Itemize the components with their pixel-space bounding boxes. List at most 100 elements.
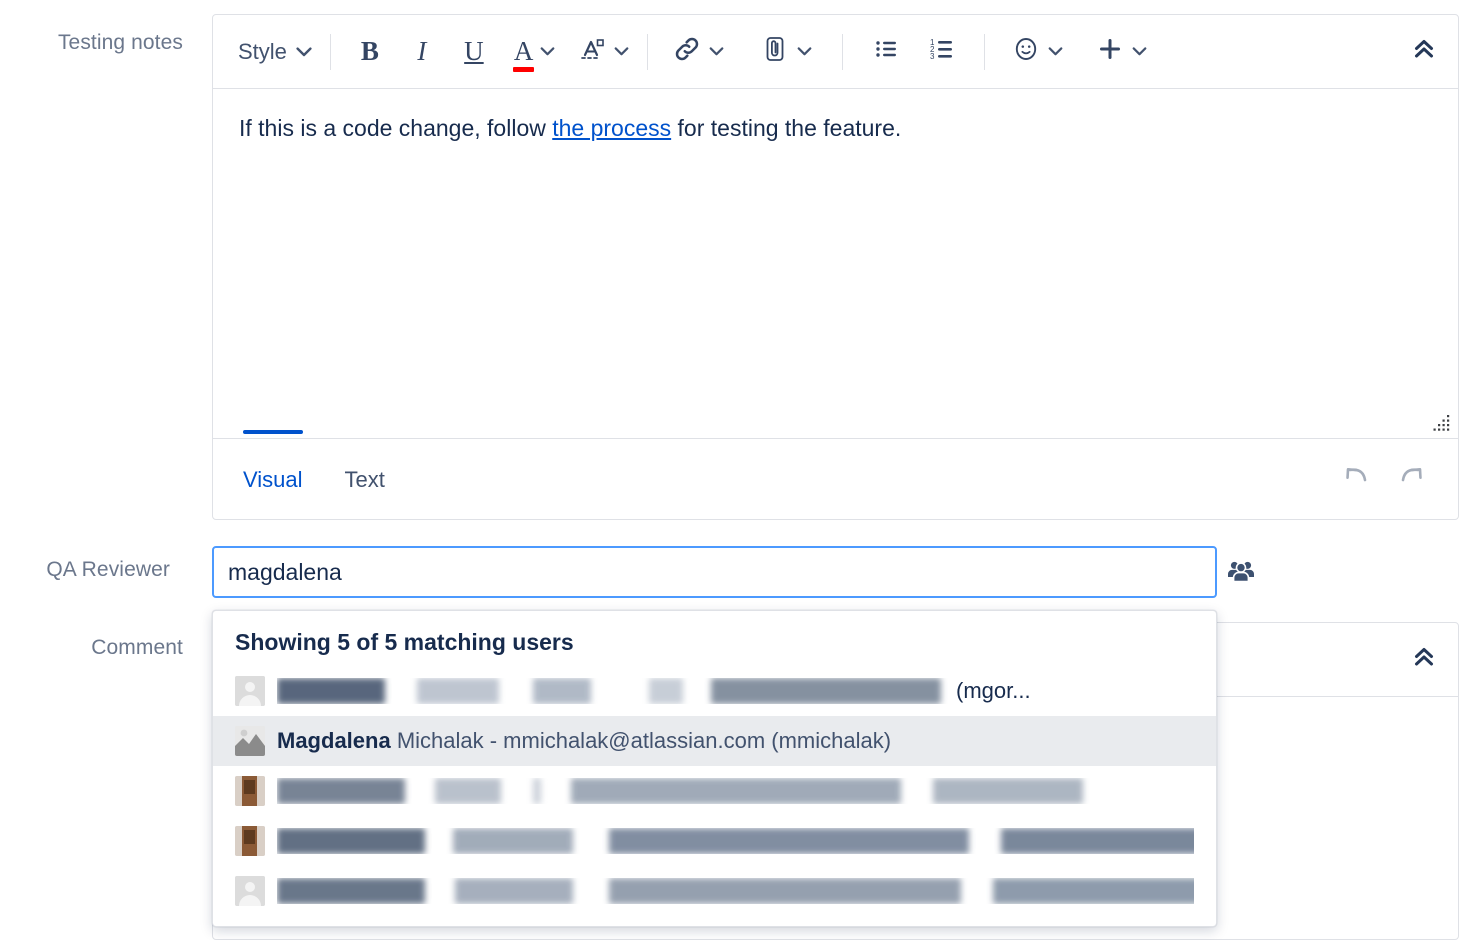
redacted-user-text: (mgor...: [277, 678, 1194, 704]
redacted-bar: [414, 778, 426, 804]
chevron-down-icon: [1048, 47, 1063, 56]
redacted-bar: [571, 778, 901, 804]
bold-button[interactable]: B: [353, 30, 387, 74]
suggestion-item[interactable]: (mgor...: [213, 666, 1216, 716]
redacted-bar: [277, 778, 405, 804]
testing-notes-content[interactable]: If this is a code change, follow the pro…: [213, 89, 1458, 438]
suggestion-item[interactable]: [213, 866, 1216, 916]
people-group-icon[interactable]: [1224, 556, 1258, 588]
style-dropdown-label: Style: [238, 38, 287, 64]
redacted-bar: [582, 878, 600, 904]
redacted-bar: [993, 878, 1194, 904]
numbered-list-button[interactable]: 1 2 3: [922, 30, 962, 74]
redacted-bar: [435, 778, 501, 804]
bulleted-list-button[interactable]: [866, 30, 906, 74]
chevron-down-icon: [614, 47, 629, 56]
redacted-bar: [649, 678, 683, 704]
redacted-bar: [510, 778, 524, 804]
qa-reviewer-label: QA Reviewer: [46, 558, 170, 581]
photo-avatar: [235, 726, 265, 756]
text-color-icon: A: [512, 38, 535, 72]
redacted-bar: [609, 828, 969, 854]
chevron-down-icon: [797, 47, 812, 56]
suggestion-username-tail: (mgor...: [956, 678, 1031, 703]
emoji-icon: [1011, 34, 1041, 69]
resize-grip-icon[interactable]: [1430, 411, 1452, 433]
link-button[interactable]: [667, 30, 729, 74]
suggestion-user-text: Magdalena Michalak - mmichalak@atlassian…: [277, 728, 891, 754]
testing-notes-label: Testing notes: [57, 31, 183, 54]
text-style-button[interactable]: [572, 30, 634, 74]
suggestion-item[interactable]: Magdalena Michalak - mmichalak@atlassian…: [213, 716, 1216, 766]
redacted-bar: [434, 878, 446, 904]
redacted-bar: [277, 878, 425, 904]
content-text-after-link: for testing the feature.: [671, 115, 902, 141]
italic-button[interactable]: I: [405, 30, 439, 74]
redacted-bar: [692, 678, 702, 704]
testing-notes-editor: Style B I U A 1 2 3 If this is a code ch…: [212, 14, 1459, 520]
tab-text[interactable]: Text: [345, 457, 385, 501]
editor-footer: Visual Text: [213, 429, 1458, 518]
editor-toolbar: Style B I U A 1 2 3: [213, 15, 1458, 89]
svg-text:3: 3: [930, 52, 935, 61]
bold-icon: B: [360, 36, 379, 66]
comment-collapse-toolbar-button[interactable]: [1404, 640, 1444, 680]
generic-person-avatar: [235, 676, 265, 706]
comment-label: Comment: [91, 636, 183, 659]
redacted-bar: [910, 778, 924, 804]
redacted-bar: [533, 678, 591, 704]
emoji-button[interactable]: [1006, 30, 1068, 74]
qa-reviewer-field: [212, 546, 1217, 598]
link-icon: [672, 34, 702, 69]
suggestion-user-details: Michalak - mmichalak@atlassian.com (mmic…: [390, 728, 892, 753]
bulleted-list-icon: [871, 34, 901, 69]
suggestion-item[interactable]: [213, 766, 1216, 816]
italic-icon: I: [417, 36, 427, 66]
undo-icon: [1339, 462, 1373, 495]
redacted-bar: [533, 778, 541, 804]
redacted-bar: [550, 778, 562, 804]
suggestion-item[interactable]: [213, 816, 1216, 866]
redacted-bar: [277, 678, 385, 704]
style-dropdown-button[interactable]: Style: [233, 30, 317, 74]
numbered-list-icon: 1 2 3: [927, 34, 957, 69]
text-style-icon: [577, 34, 607, 69]
redo-button[interactable]: [1384, 456, 1440, 502]
redacted-bar: [508, 678, 524, 704]
chevron-down-icon: [296, 46, 312, 57]
underline-button[interactable]: U: [457, 30, 491, 74]
content-text-before-link: If this is a code change, follow: [239, 115, 553, 141]
redacted-bar: [970, 878, 984, 904]
redacted-bar: [609, 878, 961, 904]
qa-reviewer-input[interactable]: [212, 546, 1217, 598]
redacted-bar: [600, 678, 640, 704]
redacted-bar: [978, 828, 992, 854]
plus-icon: [1095, 34, 1125, 69]
photo-avatar-brown: [235, 776, 265, 806]
toolbar-divider: [647, 33, 649, 70]
user-suggestion-dropdown: Showing 5 of 5 matching users (mgor... Ma…: [212, 610, 1217, 927]
tab-visual[interactable]: Visual: [243, 429, 303, 501]
insert-more-button[interactable]: [1090, 30, 1152, 74]
redo-icon: [1395, 462, 1429, 495]
redacted-bar: [455, 878, 573, 904]
suggestion-list: (mgor... Magdalena Michalak - mmichalak@a…: [213, 666, 1216, 916]
redacted-bar: [1001, 828, 1194, 854]
attachment-icon: [760, 34, 790, 69]
redacted-user-text: [277, 878, 1194, 904]
generic-person-avatar: [235, 876, 265, 906]
redacted-bar: [711, 678, 941, 704]
suggestion-header: Showing 5 of 5 matching users: [235, 629, 574, 655]
redacted-bar: [933, 778, 1083, 804]
undo-button[interactable]: [1328, 456, 1384, 502]
redacted-bar: [417, 678, 499, 704]
photo-avatar-brown: [235, 826, 265, 856]
chevron-double-up-icon: [1411, 644, 1437, 675]
collapse-toolbar-button[interactable]: [1404, 32, 1444, 72]
text-color-button[interactable]: A: [509, 30, 561, 74]
redacted-bar: [434, 828, 444, 854]
chevron-down-icon: [540, 47, 555, 56]
redacted-bar: [277, 828, 425, 854]
the-process-link[interactable]: the process: [552, 115, 671, 141]
attachment-button[interactable]: [755, 30, 817, 74]
